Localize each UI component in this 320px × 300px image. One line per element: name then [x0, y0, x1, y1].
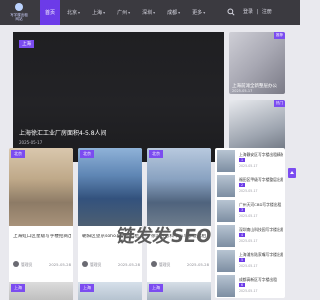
- login-link[interactable]: 登录: [243, 9, 253, 15]
- chevron-down-icon: ▾: [178, 10, 181, 15]
- featured-badge: 热门: [274, 100, 285, 107]
- article-category-tag[interactable]: 上海: [11, 284, 25, 292]
- article-meta: 管理员 2025-05-28: [13, 261, 71, 269]
- logo-mark-icon: [15, 3, 23, 11]
- top-navbar: 写字楼出租 网站 首页 北京 ▾ 上海 ▾ 广州 ▾ 深圳 ▾ 成都 ▾ 更多 ▾ 登录: [0, 0, 300, 25]
- nav-item-label: 首页: [45, 10, 56, 16]
- logo-text: 写字楼出租 网站: [7, 13, 31, 21]
- list-item-title[interactable]: 广州天河CBD写字楼出租: [239, 202, 283, 207]
- rank-badge: 1: [239, 158, 246, 162]
- hero-slider[interactable]: 上海 上海徐汇工业厂房面积4-5.8人间 2025-05-17: [13, 32, 224, 162]
- list-item-date: 2025-05-17: [239, 264, 258, 268]
- nav-item-more[interactable]: 更多 ▾: [187, 0, 210, 25]
- nav-item-chengdu[interactable]: 成都 ▾: [162, 0, 185, 25]
- article-meta: 管理员 2025-05-28: [151, 261, 209, 269]
- list-item-thumbnail[interactable]: [217, 150, 235, 172]
- back-to-top-button[interactable]: [288, 168, 296, 178]
- list-item[interactable]: 成都高新区写字楼出租 6 2025-05-17: [217, 275, 283, 298]
- list-item-date: 2025-05-17: [239, 189, 258, 193]
- nav-item-shenzhen[interactable]: 深圳 ▾: [137, 0, 160, 25]
- article-meta: 管理员 2025-05-28: [82, 261, 140, 269]
- list-item-thumbnail[interactable]: [217, 175, 235, 197]
- list-item-date: 2025-05-17: [239, 289, 258, 293]
- article-date: 2025-05-28: [186, 262, 209, 267]
- nav-item-label: 广州: [117, 10, 128, 16]
- nav-item-guangzhou[interactable]: 广州 ▾: [112, 0, 135, 25]
- nav-item-label: 北京: [67, 10, 78, 16]
- list-item-title[interactable]: 成都高新区写字楼出租: [239, 277, 283, 282]
- article-category-tag[interactable]: 北京: [80, 150, 94, 158]
- featured-badge: 推荐: [274, 32, 285, 39]
- list-item-title[interactable]: 上海浦东陆家嘴写字楼出租: [239, 252, 283, 257]
- logo[interactable]: 写字楼出租 网站: [7, 3, 31, 23]
- rank-badge: 3: [239, 208, 246, 212]
- article-category-tag[interactable]: 北京: [149, 150, 163, 158]
- chevron-down-icon: ▾: [153, 10, 156, 15]
- search-icon[interactable]: [227, 8, 235, 16]
- article-category-tag[interactable]: 上海: [80, 284, 94, 292]
- register-link[interactable]: 注册: [262, 9, 272, 15]
- article-category-tag[interactable]: 北京: [11, 150, 25, 158]
- article-category-tag[interactable]: 上海: [149, 284, 163, 292]
- list-item-title[interactable]: 福田区甲级写字楼整层出租: [239, 177, 283, 182]
- watermark-text: 链发发SEO: [115, 226, 213, 247]
- list-item-date: 2025-05-17: [239, 214, 258, 218]
- article-thumbnail[interactable]: [78, 148, 142, 226]
- featured-card-date: 2025-05-17: [232, 89, 253, 93]
- rank-badge: 6: [239, 283, 246, 287]
- list-item[interactable]: 上海静安区写字楼出租精装修 1 2025-05-17: [217, 150, 283, 174]
- nav-item-label: 深圳: [142, 10, 153, 16]
- article-date: 2025-05-28: [48, 262, 71, 267]
- article-card[interactable]: 北京 上海虹口区星级写字楼招商出租 管理员 2025-05-28: [9, 148, 73, 298]
- article-thumbnail[interactable]: [147, 148, 211, 226]
- featured-card[interactable]: 推荐 上海前滩全新整层办公 2025-05-17: [229, 32, 285, 94]
- chevron-down-icon: ▾: [78, 10, 81, 15]
- article-author: 管理员: [21, 262, 33, 267]
- rank-badge: 2: [239, 183, 246, 187]
- avatar: [13, 261, 19, 267]
- nav-item-label: 上海: [92, 10, 103, 16]
- nav-item-shanghai[interactable]: 上海 ▾: [87, 0, 110, 25]
- list-item-thumbnail[interactable]: [217, 275, 235, 297]
- article-thumbnail[interactable]: [9, 148, 73, 226]
- article-date: 2025-05-28: [117, 262, 140, 267]
- avatar: [82, 261, 88, 267]
- chevron-down-icon: ▾: [103, 10, 106, 15]
- article-card-next[interactable]: 上海: [147, 282, 211, 300]
- article-title[interactable]: 上海虹口区星级写字楼招商出租: [13, 234, 71, 240]
- hero-category-tag[interactable]: 上海: [19, 40, 34, 48]
- chevron-down-icon: ▾: [128, 10, 131, 15]
- nav-item-label: 成都: [167, 10, 178, 16]
- auth-links: 登录 | 注册: [243, 8, 274, 15]
- main-nav: 首页 北京 ▾ 上海 ▾ 广州 ▾ 深圳 ▾ 成都 ▾ 更多 ▾: [40, 0, 210, 25]
- nav-item-home[interactable]: 首页: [40, 0, 61, 25]
- hero-date: 2025-05-17: [19, 140, 43, 145]
- article-card-next[interactable]: 上海: [9, 282, 73, 300]
- list-item-date: 2025-05-17: [239, 164, 258, 168]
- logo-text-line2: 网站: [15, 17, 23, 21]
- featured-sidebar: 推荐 上海前滩全新整层办公 2025-05-17 热门 2025-05-17: [229, 32, 285, 162]
- auth-separator: |: [256, 9, 259, 15]
- nav-item-label: 更多: [192, 10, 203, 16]
- article-author: 管理员: [159, 262, 171, 267]
- article-card-next[interactable]: 上海: [78, 282, 142, 300]
- hero-title[interactable]: 上海徐汇工业厂房面积4-5.8人间: [19, 128, 107, 137]
- nav-item-beijing[interactable]: 北京 ▾: [62, 0, 85, 25]
- list-item[interactable]: 广州天河CBD写字楼出租 3 2025-05-17: [217, 200, 283, 224]
- chevron-down-icon: ▾: [203, 10, 206, 15]
- article-author: 管理员: [90, 262, 102, 267]
- list-item[interactable]: 福田区甲级写字楼整层出租 2 2025-05-17: [217, 175, 283, 199]
- list-item-thumbnail[interactable]: [217, 200, 235, 222]
- list-item-title[interactable]: 上海静安区写字楼出租精装修: [239, 152, 283, 157]
